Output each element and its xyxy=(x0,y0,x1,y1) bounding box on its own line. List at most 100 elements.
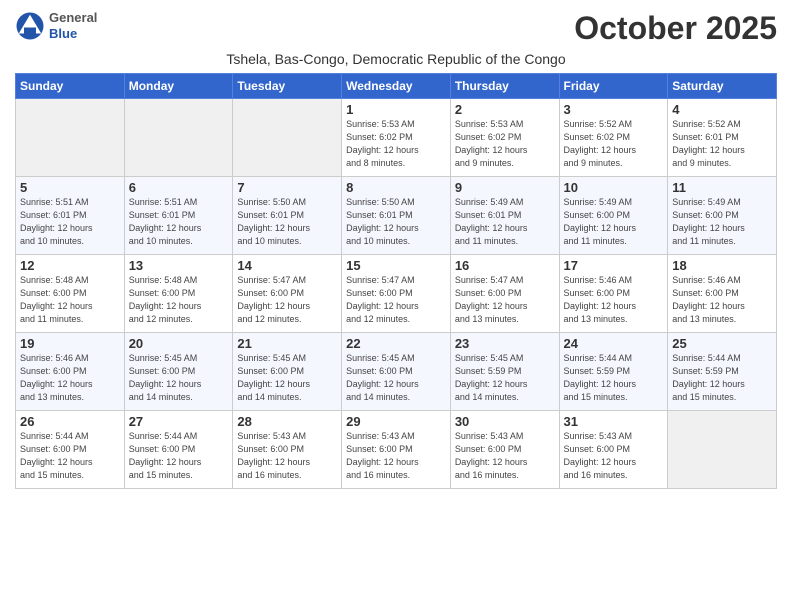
calendar-cell: 21Sunrise: 5:45 AM Sunset: 6:00 PM Dayli… xyxy=(233,333,342,411)
calendar-header: Sunday Monday Tuesday Wednesday Thursday… xyxy=(16,74,777,99)
cell-info: Sunrise: 5:44 AM Sunset: 5:59 PM Dayligh… xyxy=(672,352,772,404)
day-number: 16 xyxy=(455,258,555,273)
calendar-cell: 1Sunrise: 5:53 AM Sunset: 6:02 PM Daylig… xyxy=(342,99,451,177)
cell-info: Sunrise: 5:47 AM Sunset: 6:00 PM Dayligh… xyxy=(346,274,446,326)
calendar-cell: 26Sunrise: 5:44 AM Sunset: 6:00 PM Dayli… xyxy=(16,411,125,489)
day-number: 13 xyxy=(129,258,229,273)
cell-info: Sunrise: 5:46 AM Sunset: 6:00 PM Dayligh… xyxy=(564,274,664,326)
day-number: 10 xyxy=(564,180,664,195)
col-friday: Friday xyxy=(559,74,668,99)
day-number: 31 xyxy=(564,414,664,429)
calendar-cell: 8Sunrise: 5:50 AM Sunset: 6:01 PM Daylig… xyxy=(342,177,451,255)
day-number: 11 xyxy=(672,180,772,195)
calendar-table: Sunday Monday Tuesday Wednesday Thursday… xyxy=(15,73,777,489)
logo: General Blue xyxy=(15,10,97,41)
cell-info: Sunrise: 5:47 AM Sunset: 6:00 PM Dayligh… xyxy=(455,274,555,326)
cell-info: Sunrise: 5:49 AM Sunset: 6:01 PM Dayligh… xyxy=(455,196,555,248)
day-number: 20 xyxy=(129,336,229,351)
cell-info: Sunrise: 5:52 AM Sunset: 6:01 PM Dayligh… xyxy=(672,118,772,170)
col-saturday: Saturday xyxy=(668,74,777,99)
day-number: 15 xyxy=(346,258,446,273)
cell-info: Sunrise: 5:50 AM Sunset: 6:01 PM Dayligh… xyxy=(237,196,337,248)
calendar-cell: 29Sunrise: 5:43 AM Sunset: 6:00 PM Dayli… xyxy=(342,411,451,489)
calendar-week-1: 5Sunrise: 5:51 AM Sunset: 6:01 PM Daylig… xyxy=(16,177,777,255)
calendar-cell: 4Sunrise: 5:52 AM Sunset: 6:01 PM Daylig… xyxy=(668,99,777,177)
calendar-cell: 30Sunrise: 5:43 AM Sunset: 6:00 PM Dayli… xyxy=(450,411,559,489)
calendar-cell xyxy=(668,411,777,489)
calendar-cell xyxy=(124,99,233,177)
day-number: 14 xyxy=(237,258,337,273)
cell-info: Sunrise: 5:43 AM Sunset: 6:00 PM Dayligh… xyxy=(237,430,337,482)
day-number: 5 xyxy=(20,180,120,195)
cell-info: Sunrise: 5:45 AM Sunset: 5:59 PM Dayligh… xyxy=(455,352,555,404)
calendar-cell: 7Sunrise: 5:50 AM Sunset: 6:01 PM Daylig… xyxy=(233,177,342,255)
calendar-cell xyxy=(16,99,125,177)
calendar-cell: 20Sunrise: 5:45 AM Sunset: 6:00 PM Dayli… xyxy=(124,333,233,411)
day-number: 1 xyxy=(346,102,446,117)
day-number: 29 xyxy=(346,414,446,429)
calendar-cell: 13Sunrise: 5:48 AM Sunset: 6:00 PM Dayli… xyxy=(124,255,233,333)
logo-general-label: General xyxy=(49,10,97,26)
day-number: 19 xyxy=(20,336,120,351)
calendar-cell: 10Sunrise: 5:49 AM Sunset: 6:00 PM Dayli… xyxy=(559,177,668,255)
cell-info: Sunrise: 5:43 AM Sunset: 6:00 PM Dayligh… xyxy=(346,430,446,482)
day-number: 4 xyxy=(672,102,772,117)
calendar-week-0: 1Sunrise: 5:53 AM Sunset: 6:02 PM Daylig… xyxy=(16,99,777,177)
day-number: 17 xyxy=(564,258,664,273)
calendar-cell: 5Sunrise: 5:51 AM Sunset: 6:01 PM Daylig… xyxy=(16,177,125,255)
cell-info: Sunrise: 5:49 AM Sunset: 6:00 PM Dayligh… xyxy=(564,196,664,248)
cell-info: Sunrise: 5:53 AM Sunset: 6:02 PM Dayligh… xyxy=(346,118,446,170)
page: General Blue October 2025 Tshela, Bas-Co… xyxy=(0,0,792,612)
cell-info: Sunrise: 5:45 AM Sunset: 6:00 PM Dayligh… xyxy=(237,352,337,404)
col-tuesday: Tuesday xyxy=(233,74,342,99)
calendar-cell: 3Sunrise: 5:52 AM Sunset: 6:02 PM Daylig… xyxy=(559,99,668,177)
day-number: 21 xyxy=(237,336,337,351)
day-number: 30 xyxy=(455,414,555,429)
header-row: Sunday Monday Tuesday Wednesday Thursday… xyxy=(16,74,777,99)
col-monday: Monday xyxy=(124,74,233,99)
calendar-week-3: 19Sunrise: 5:46 AM Sunset: 6:00 PM Dayli… xyxy=(16,333,777,411)
cell-info: Sunrise: 5:51 AM Sunset: 6:01 PM Dayligh… xyxy=(129,196,229,248)
calendar-cell: 16Sunrise: 5:47 AM Sunset: 6:00 PM Dayli… xyxy=(450,255,559,333)
day-number: 7 xyxy=(237,180,337,195)
header: General Blue October 2025 xyxy=(15,10,777,47)
calendar-week-2: 12Sunrise: 5:48 AM Sunset: 6:00 PM Dayli… xyxy=(16,255,777,333)
cell-info: Sunrise: 5:46 AM Sunset: 6:00 PM Dayligh… xyxy=(672,274,772,326)
day-number: 26 xyxy=(20,414,120,429)
calendar-cell: 9Sunrise: 5:49 AM Sunset: 6:01 PM Daylig… xyxy=(450,177,559,255)
calendar-cell: 22Sunrise: 5:45 AM Sunset: 6:00 PM Dayli… xyxy=(342,333,451,411)
cell-info: Sunrise: 5:48 AM Sunset: 6:00 PM Dayligh… xyxy=(129,274,229,326)
cell-info: Sunrise: 5:48 AM Sunset: 6:00 PM Dayligh… xyxy=(20,274,120,326)
calendar-cell: 23Sunrise: 5:45 AM Sunset: 5:59 PM Dayli… xyxy=(450,333,559,411)
cell-info: Sunrise: 5:47 AM Sunset: 6:00 PM Dayligh… xyxy=(237,274,337,326)
calendar-cell: 11Sunrise: 5:49 AM Sunset: 6:00 PM Dayli… xyxy=(668,177,777,255)
subtitle: Tshela, Bas-Congo, Democratic Republic o… xyxy=(15,51,777,67)
cell-info: Sunrise: 5:52 AM Sunset: 6:02 PM Dayligh… xyxy=(564,118,664,170)
cell-info: Sunrise: 5:51 AM Sunset: 6:01 PM Dayligh… xyxy=(20,196,120,248)
calendar-cell: 2Sunrise: 5:53 AM Sunset: 6:02 PM Daylig… xyxy=(450,99,559,177)
day-number: 3 xyxy=(564,102,664,117)
calendar-cell: 6Sunrise: 5:51 AM Sunset: 6:01 PM Daylig… xyxy=(124,177,233,255)
day-number: 18 xyxy=(672,258,772,273)
calendar-cell: 25Sunrise: 5:44 AM Sunset: 5:59 PM Dayli… xyxy=(668,333,777,411)
logo-icon xyxy=(15,11,45,41)
day-number: 6 xyxy=(129,180,229,195)
cell-info: Sunrise: 5:50 AM Sunset: 6:01 PM Dayligh… xyxy=(346,196,446,248)
day-number: 27 xyxy=(129,414,229,429)
day-number: 22 xyxy=(346,336,446,351)
cell-info: Sunrise: 5:43 AM Sunset: 6:00 PM Dayligh… xyxy=(564,430,664,482)
logo-blue-label: Blue xyxy=(49,26,97,42)
calendar-body: 1Sunrise: 5:53 AM Sunset: 6:02 PM Daylig… xyxy=(16,99,777,489)
calendar-cell: 15Sunrise: 5:47 AM Sunset: 6:00 PM Dayli… xyxy=(342,255,451,333)
calendar-cell: 31Sunrise: 5:43 AM Sunset: 6:00 PM Dayli… xyxy=(559,411,668,489)
day-number: 28 xyxy=(237,414,337,429)
logo-text: General Blue xyxy=(49,10,97,41)
calendar-cell: 19Sunrise: 5:46 AM Sunset: 6:00 PM Dayli… xyxy=(16,333,125,411)
calendar-cell: 27Sunrise: 5:44 AM Sunset: 6:00 PM Dayli… xyxy=(124,411,233,489)
day-number: 23 xyxy=(455,336,555,351)
cell-info: Sunrise: 5:46 AM Sunset: 6:00 PM Dayligh… xyxy=(20,352,120,404)
cell-info: Sunrise: 5:45 AM Sunset: 6:00 PM Dayligh… xyxy=(346,352,446,404)
day-number: 24 xyxy=(564,336,664,351)
cell-info: Sunrise: 5:53 AM Sunset: 6:02 PM Dayligh… xyxy=(455,118,555,170)
day-number: 25 xyxy=(672,336,772,351)
